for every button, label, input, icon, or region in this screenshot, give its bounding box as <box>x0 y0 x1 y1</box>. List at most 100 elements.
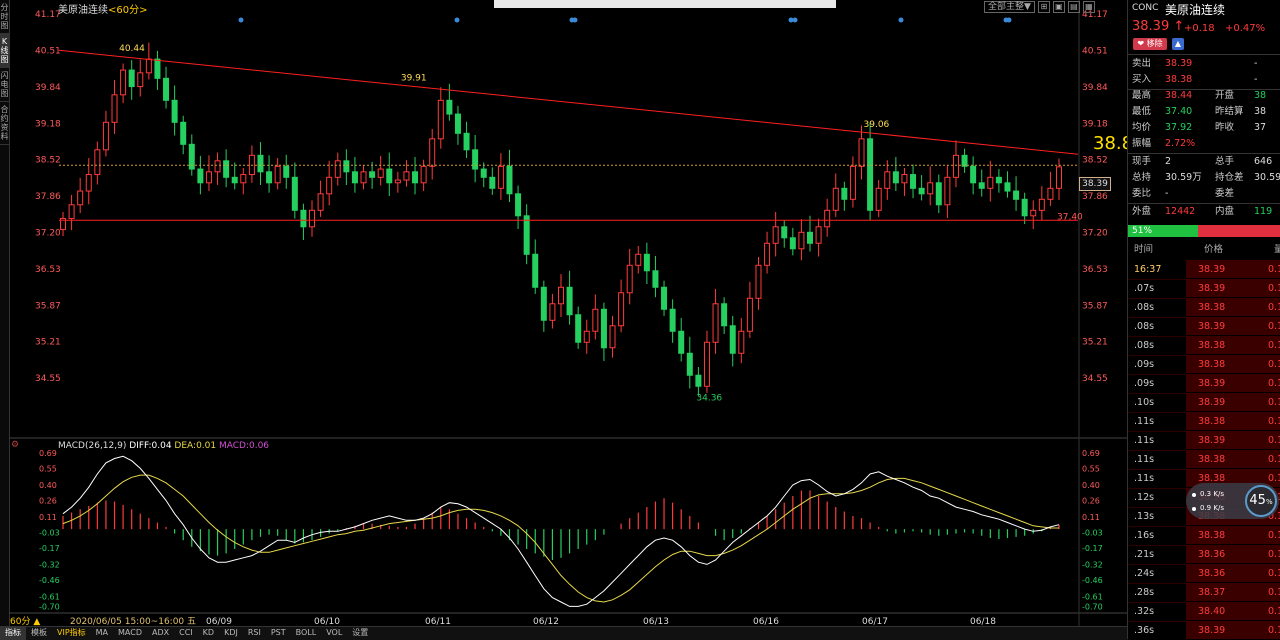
network-speed-widget[interactable]: 0.3 K/s 0.9 K/s 45% <box>1186 483 1279 519</box>
tab-settings[interactable]: 设置 <box>347 627 373 640</box>
date-tick: 06/16 <box>753 617 779 626</box>
tick-row: .10s 38.39 0.1 <box>1128 393 1280 413</box>
quote-label: 委差 <box>1215 188 1235 199</box>
candle-body <box>970 165 977 184</box>
tab-vol[interactable]: VOL <box>321 627 347 640</box>
quote-row: 均价 37.92 昨收 37 <box>1128 120 1280 136</box>
high-annotation: 39.06 <box>864 120 890 130</box>
alert-bell-icon[interactable]: ▲ <box>1172 38 1184 50</box>
candle-body <box>635 253 642 266</box>
tab-boll[interactable]: BOLL <box>291 627 322 640</box>
tick-price: 38.38 <box>1198 359 1226 370</box>
kline-chart[interactable]: 41.17 41.1740.51 40.5139.84 39.8439.18 39.18… <box>9 0 1127 626</box>
quote-label: 持仓差 <box>1215 172 1244 183</box>
candle-body <box>875 187 882 211</box>
candle-body <box>1030 209 1037 217</box>
tick-volume: 0.1 <box>1268 359 1280 370</box>
layout-icon[interactable]: ▤ <box>1067 1 1080 13</box>
tab-pst[interactable]: PST <box>266 627 291 640</box>
overlay-window-strip <box>494 0 836 8</box>
candle-body <box>480 168 487 178</box>
price-tick-right: 36.53 <box>1082 265 1108 275</box>
price-tick-left: 34.55 <box>35 374 61 384</box>
candle-body <box>1047 187 1054 200</box>
candle-body <box>274 165 281 184</box>
settings-icon[interactable]: ▦ <box>1082 1 1095 13</box>
candle-body <box>643 253 650 272</box>
candle-body <box>944 176 951 206</box>
tick-volume: 0.1 <box>1268 378 1280 389</box>
candle-body <box>901 174 908 184</box>
current-price-tag: 38.39 <box>1079 177 1111 191</box>
macd-tick-left: -0.46 <box>39 576 60 585</box>
macd-tick-right: 0.55 <box>1082 464 1100 473</box>
price-tick-right: 37.20 <box>1082 228 1108 238</box>
macd-tick-left: -0.61 <box>39 592 60 601</box>
tick-volume: 0.1 <box>1268 340 1280 351</box>
quote-value: 2 <box>1165 156 1172 167</box>
date-tick: 06/10 <box>314 617 340 626</box>
quote-value: - <box>1165 188 1169 199</box>
quote-label: 委比 <box>1132 188 1152 199</box>
candle-body <box>583 330 590 343</box>
all-main-dropdown[interactable]: 全部主整▼ <box>984 1 1035 13</box>
tab-time-chart[interactable]: 分时图 <box>0 0 9 34</box>
zoom-icon[interactable]: ⊞ <box>1037 1 1050 13</box>
macd-tick-left: -0.70 <box>39 602 60 611</box>
remove-watchlist-button[interactable]: ❤ 移除 <box>1133 38 1167 50</box>
candle-body <box>68 204 75 220</box>
support-annotation: 37.40 <box>1057 212 1083 222</box>
candle-body <box>798 231 805 250</box>
tick-row: .09s 38.39 0.1 <box>1128 374 1280 394</box>
tab-ma[interactable]: MA <box>91 627 113 640</box>
fullscreen-icon[interactable]: ▣ <box>1052 1 1065 13</box>
tab-indicator[interactable]: 指标 <box>0 627 26 640</box>
tick-price: 38.39 <box>1198 283 1226 294</box>
date-tick: 06/17 <box>862 617 888 626</box>
tab-flash-chart[interactable]: 闪电图 <box>0 68 9 102</box>
macd-diff-value: DIFF:0.04 <box>129 441 172 451</box>
tab-cci[interactable]: CCI <box>174 627 198 640</box>
tab-template[interactable]: 模板 <box>26 627 52 640</box>
tick-price: 38.39 <box>1198 435 1226 446</box>
download-speed: 0.9 K/s <box>1200 504 1224 512</box>
indicator-tab-bar: 指标 模板 VIP指标 MA MACD ADX CCI KD KDJ RSI P… <box>0 626 1128 640</box>
tab-rsi[interactable]: RSI <box>243 627 266 640</box>
tick-time: 16:37 <box>1134 264 1162 275</box>
quote-label: 开盘 <box>1215 90 1235 101</box>
tick-row: .11s 38.38 0.1 <box>1128 412 1280 432</box>
candle-body <box>978 182 985 189</box>
tab-macd[interactable]: MACD <box>113 627 147 640</box>
quote-row: 委比 - 委差 <box>1128 186 1280 202</box>
quote-panel: CONC 美原油连续 38.39 ↑ +0.18 +0.47% ❤ 移除 ▲ 卖… <box>1127 0 1280 639</box>
tick-row: .28s 38.37 0.1 <box>1128 583 1280 603</box>
quote-value: 38.44 <box>1165 90 1193 101</box>
tick-time: .11s <box>1134 435 1155 446</box>
tick-header-price: 价格 <box>1204 244 1224 255</box>
tab-kd[interactable]: KD <box>198 627 219 640</box>
tab-kline-chart[interactable]: K线图 <box>0 34 9 68</box>
tick-volume: 0.1 <box>1268 549 1280 560</box>
price-tick-left: 35.21 <box>35 338 61 348</box>
upload-speed: 0.3 K/s <box>1200 490 1224 498</box>
tab-vip-indicator[interactable]: VIP指标 <box>52 627 91 640</box>
price-tick-left: 38.52 <box>35 156 61 166</box>
candle-body <box>867 138 874 211</box>
macd-tick-right: -0.61 <box>1082 592 1103 601</box>
candle-body <box>618 292 625 327</box>
price-change-pct: +0.47% <box>1225 23 1266 34</box>
tick-time: .10s <box>1134 397 1155 408</box>
tab-adx[interactable]: ADX <box>147 627 174 640</box>
tab-contract-info[interactable]: 合约资料 <box>0 102 9 145</box>
tab-kdj[interactable]: KDJ <box>219 627 243 640</box>
candle-body <box>807 231 813 244</box>
tick-row: .16s 38.38 0.1 <box>1128 526 1280 546</box>
macd-tick-left: 0.55 <box>39 464 57 473</box>
candle-body <box>549 303 556 321</box>
tick-row: .08s 38.39 0.1 <box>1128 317 1280 337</box>
candle-body <box>515 193 522 217</box>
candle-body <box>566 286 573 316</box>
period-selector[interactable]: 60分 ▲ <box>10 614 66 627</box>
candle-body <box>171 99 178 123</box>
candle-body <box>120 69 127 96</box>
